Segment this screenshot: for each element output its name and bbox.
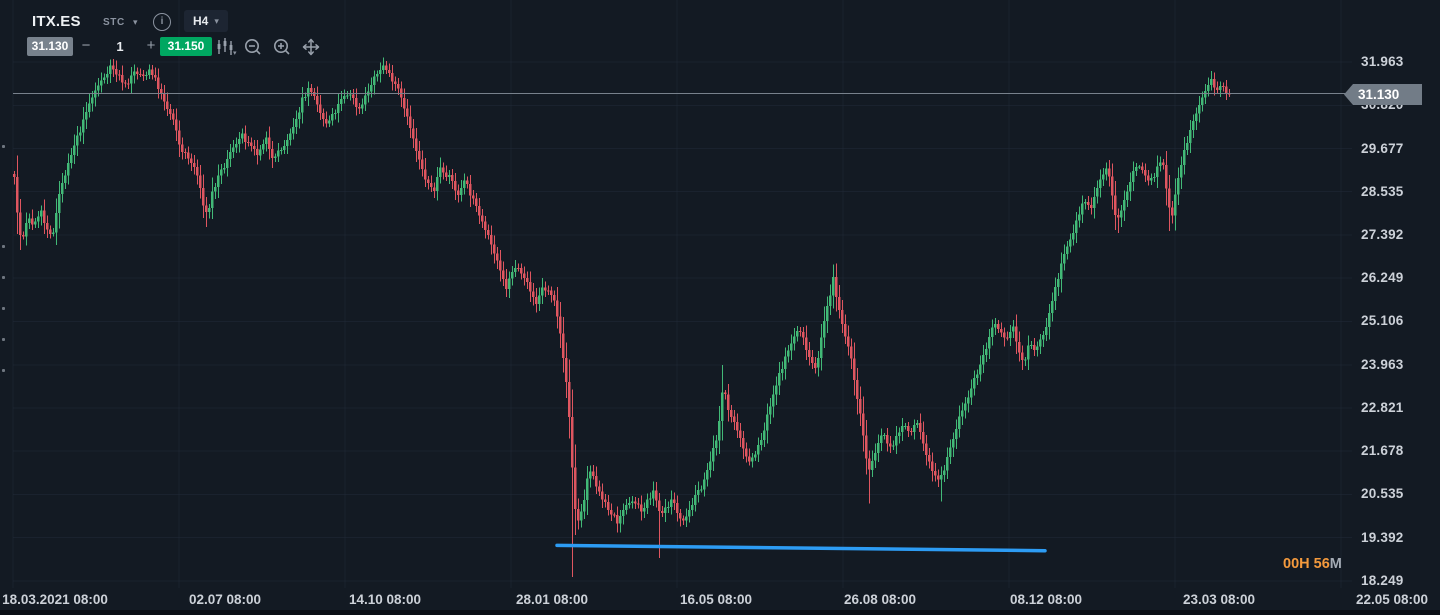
market-code-label[interactable]: STC <box>103 17 125 28</box>
time-tick-label: 22.05 08:00 <box>1356 592 1428 607</box>
price-tick-label: 18.249 <box>1361 573 1404 588</box>
time-tick-label: 08.12 08:00 <box>1010 592 1082 607</box>
timeframe-label: H4 <box>193 14 208 28</box>
info-icon[interactable]: i <box>153 13 171 31</box>
instrument-caret-down-icon[interactable]: ▾ <box>133 18 138 27</box>
quantity-minus-button[interactable]: − <box>79 37 93 56</box>
current-price-tag: 31.130 <box>1344 84 1422 105</box>
price-tick-label: 20.535 <box>1361 486 1404 501</box>
time-tick-label: 28.01 08:00 <box>516 592 588 607</box>
price-tick-label: 21.678 <box>1361 443 1404 458</box>
price-tick-label: 29.677 <box>1361 141 1404 156</box>
price-tick-label: 31.963 <box>1361 54 1404 69</box>
price-tick-label: 19.392 <box>1361 530 1404 545</box>
left-edge-dot <box>2 369 5 372</box>
price-tick-label: 22.821 <box>1361 400 1404 415</box>
time-tick-label: 23.03 08:00 <box>1183 592 1255 607</box>
timer-suffix: M <box>1330 556 1342 572</box>
timer-value: 00H 56 <box>1283 556 1330 572</box>
pan-icon[interactable] <box>300 36 322 58</box>
time-tick-label: 14.10 08:00 <box>349 592 421 607</box>
left-edge-dot <box>2 276 5 279</box>
timeframe-selector[interactable]: H4 ▾ <box>184 10 228 32</box>
left-edge-dot <box>2 338 5 341</box>
buy-price-button[interactable]: 31.150 <box>160 37 212 56</box>
grid-layer <box>13 0 1352 588</box>
price-tick-label: 26.249 <box>1361 270 1404 285</box>
quantity-input[interactable]: 1 <box>100 37 140 56</box>
price-tick-label: 28.535 <box>1361 184 1404 199</box>
zoom-in-icon[interactable] <box>271 36 293 58</box>
quantity-plus-button[interactable]: + <box>144 37 158 56</box>
left-edge-dot <box>2 145 5 148</box>
zoom-out-icon[interactable] <box>242 36 264 58</box>
time-tick-label: 18.03.2021 08:00 <box>2 592 108 607</box>
indicators-caret-down-icon[interactable]: ▾ <box>233 49 237 57</box>
time-tick-label: 16.05 08:00 <box>680 592 752 607</box>
current-price-value: 31.130 <box>1358 87 1399 102</box>
support-trendline[interactable] <box>557 545 1045 550</box>
time-tick-label: 02.07 08:00 <box>189 592 261 607</box>
candles-layer <box>13 58 1231 577</box>
left-edge-dot <box>2 245 5 248</box>
time-axis[interactable]: 18.03.2021 08:00 02.07 08:00 14.10 08:00 28… <box>0 588 1440 610</box>
instrument-symbol[interactable]: ITX.ES <box>32 13 81 30</box>
price-tick-label: 27.392 <box>1361 227 1404 242</box>
timeframe-caret-down-icon: ▾ <box>214 17 219 26</box>
price-tick-label: 25.106 <box>1361 313 1404 328</box>
sell-price-button[interactable]: 31.130 <box>27 37 73 56</box>
candle-countdown-timer: 00H 56M <box>1283 556 1342 572</box>
candlestick-chart[interactable] <box>0 0 1440 615</box>
price-tick-label: 23.963 <box>1361 357 1404 372</box>
time-tick-label: 26.08 08:00 <box>844 592 916 607</box>
trading-chart-window: ITX.ES STC ▾ i H4 ▾ 31.130 − 1 + 31.150 … <box>0 0 1440 615</box>
bottom-scrollbar-strip <box>0 610 1440 615</box>
left-edge-dot <box>2 307 5 310</box>
